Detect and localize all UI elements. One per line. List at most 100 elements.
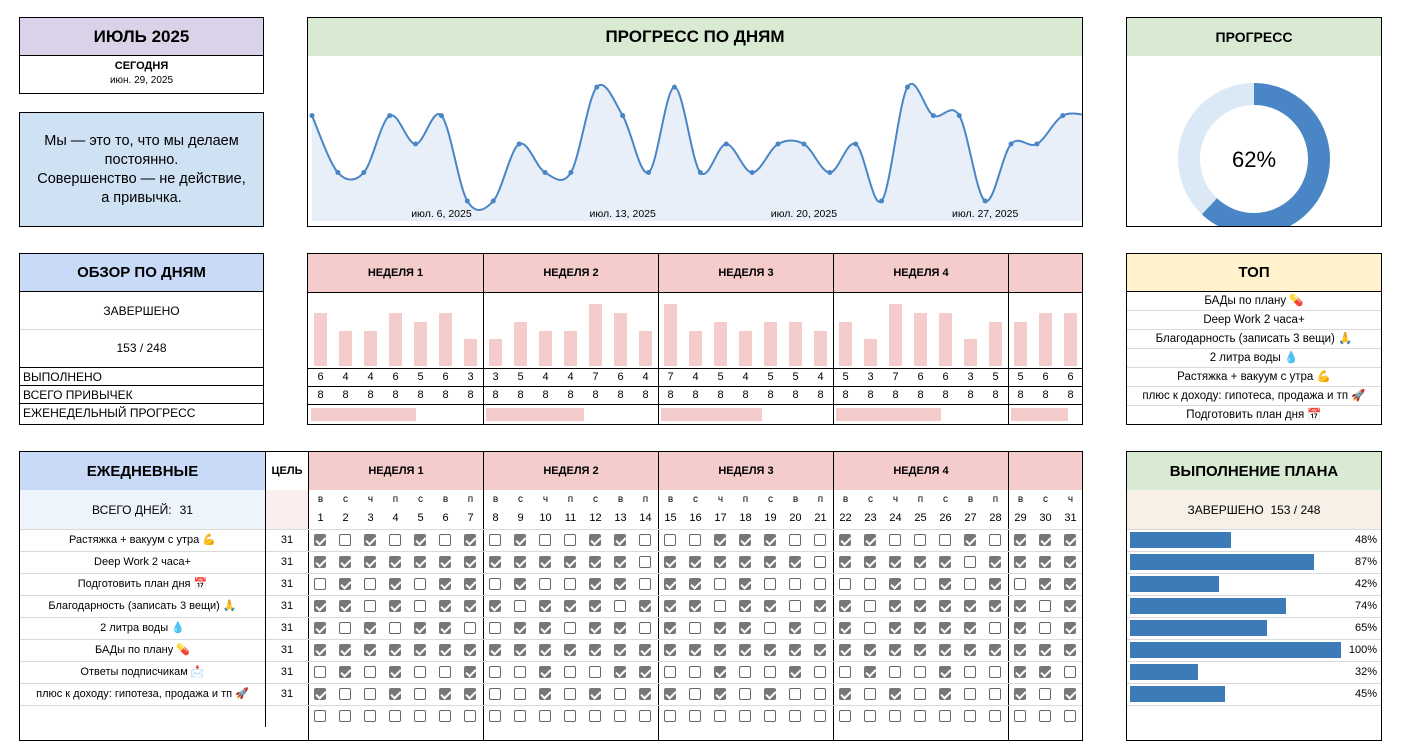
habit-checkbox[interactable] [864, 534, 876, 546]
habit-checkbox[interactable] [939, 644, 951, 656]
habit-checkbox[interactable] [414, 556, 426, 568]
habit-checkbox[interactable] [689, 556, 701, 568]
habit-checkbox[interactable] [964, 534, 976, 546]
habit-checkbox[interactable] [789, 622, 801, 634]
habit-checkbox[interactable] [489, 556, 501, 568]
habit-checkbox[interactable] [514, 688, 526, 700]
habit-checkbox[interactable] [314, 710, 326, 722]
habit-checkbox[interactable] [389, 644, 401, 656]
habit-checkbox[interactable] [389, 688, 401, 700]
habit-checkbox[interactable] [564, 534, 576, 546]
habit-checkbox[interactable] [689, 666, 701, 678]
habit-checkbox[interactable] [1064, 666, 1076, 678]
habit-checkbox[interactable] [1039, 534, 1051, 546]
habit-checkbox[interactable] [1039, 622, 1051, 634]
habit-checkbox[interactable] [1064, 710, 1076, 722]
habit-checkbox[interactable] [514, 644, 526, 656]
habit-checkbox[interactable] [439, 622, 451, 634]
habit-checkbox[interactable] [564, 710, 576, 722]
habit-checkbox[interactable] [739, 688, 751, 700]
habit-checkbox[interactable] [414, 644, 426, 656]
habit-checkbox[interactable] [1014, 556, 1026, 568]
habit-checkbox[interactable] [914, 578, 926, 590]
habit-checkbox[interactable] [389, 710, 401, 722]
habit-checkbox[interactable] [764, 556, 776, 568]
habit-checkbox[interactable] [1039, 556, 1051, 568]
habit-checkbox[interactable] [1039, 666, 1051, 678]
habit-checkbox[interactable] [314, 644, 326, 656]
habit-checkbox[interactable] [539, 644, 551, 656]
habit-checkbox[interactable] [1014, 622, 1026, 634]
habit-checkbox[interactable] [489, 666, 501, 678]
habit-checkbox[interactable] [1039, 710, 1051, 722]
habit-checkbox[interactable] [989, 666, 1001, 678]
habit-checkbox[interactable] [539, 710, 551, 722]
habit-checkbox[interactable] [664, 688, 676, 700]
habit-checkbox[interactable] [889, 534, 901, 546]
habit-checkbox[interactable] [689, 710, 701, 722]
habit-checkbox[interactable] [814, 666, 826, 678]
habit-checkbox[interactable] [814, 710, 826, 722]
habit-checkbox[interactable] [714, 666, 726, 678]
habit-checkbox[interactable] [339, 600, 351, 612]
habit-checkbox[interactable] [364, 644, 376, 656]
habit-checkbox[interactable] [614, 578, 626, 590]
habit-checkbox[interactable] [714, 688, 726, 700]
habit-checkbox[interactable] [514, 556, 526, 568]
habit-checkbox[interactable] [439, 688, 451, 700]
habit-checkbox[interactable] [664, 666, 676, 678]
habit-checkbox[interactable] [964, 622, 976, 634]
habit-checkbox[interactable] [414, 622, 426, 634]
habit-checkbox[interactable] [439, 600, 451, 612]
habit-checkbox[interactable] [539, 578, 551, 590]
habit-checkbox[interactable] [714, 622, 726, 634]
habit-checkbox[interactable] [789, 534, 801, 546]
habit-checkbox[interactable] [539, 534, 551, 546]
habit-checkbox[interactable] [839, 710, 851, 722]
habit-checkbox[interactable] [764, 534, 776, 546]
habit-checkbox[interactable] [614, 534, 626, 546]
habit-checkbox[interactable] [714, 600, 726, 612]
habit-checkbox[interactable] [389, 600, 401, 612]
habit-checkbox[interactable] [989, 556, 1001, 568]
habit-checkbox[interactable] [639, 666, 651, 678]
habit-checkbox[interactable] [789, 710, 801, 722]
habit-checkbox[interactable] [864, 666, 876, 678]
habit-checkbox[interactable] [589, 534, 601, 546]
habit-checkbox[interactable] [464, 644, 476, 656]
habit-checkbox[interactable] [764, 622, 776, 634]
habit-checkbox[interactable] [339, 622, 351, 634]
habit-checkbox[interactable] [664, 534, 676, 546]
habit-checkbox[interactable] [439, 644, 451, 656]
habit-checkbox[interactable] [439, 666, 451, 678]
habit-checkbox[interactable] [1064, 644, 1076, 656]
habit-checkbox[interactable] [739, 666, 751, 678]
habit-checkbox[interactable] [864, 710, 876, 722]
habit-checkbox[interactable] [964, 666, 976, 678]
habit-checkbox[interactable] [364, 710, 376, 722]
habit-checkbox[interactable] [539, 666, 551, 678]
habit-checkbox[interactable] [939, 556, 951, 568]
habit-checkbox[interactable] [964, 556, 976, 568]
habit-checkbox[interactable] [339, 710, 351, 722]
habit-checkbox[interactable] [1014, 578, 1026, 590]
habit-checkbox[interactable] [389, 556, 401, 568]
habit-checkbox[interactable] [414, 534, 426, 546]
habit-checkbox[interactable] [889, 710, 901, 722]
habit-checkbox[interactable] [1064, 622, 1076, 634]
habit-checkbox[interactable] [939, 534, 951, 546]
habit-checkbox[interactable] [364, 534, 376, 546]
habit-checkbox[interactable] [514, 666, 526, 678]
habit-checkbox[interactable] [739, 556, 751, 568]
habit-checkbox[interactable] [839, 688, 851, 700]
habit-checkbox[interactable] [889, 688, 901, 700]
habit-checkbox[interactable] [864, 622, 876, 634]
habit-checkbox[interactable] [339, 556, 351, 568]
habit-checkbox[interactable] [589, 644, 601, 656]
habit-checkbox[interactable] [714, 710, 726, 722]
habit-checkbox[interactable] [1039, 688, 1051, 700]
habit-checkbox[interactable] [714, 578, 726, 590]
habit-checkbox[interactable] [339, 666, 351, 678]
habit-checkbox[interactable] [489, 578, 501, 590]
habit-checkbox[interactable] [1014, 644, 1026, 656]
